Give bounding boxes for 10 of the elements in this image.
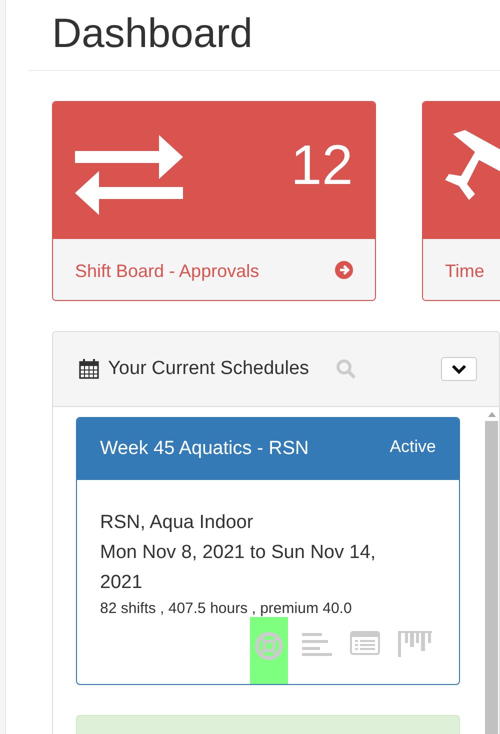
schedule-location: RSN, Aqua Indoor: [100, 511, 254, 535]
tile-link[interactable]: Shift Board - Approvals: [75, 260, 260, 282]
status-label: Active: [390, 437, 436, 457]
schedule-title: Week 45 Aquatics - RSN: [100, 438, 309, 460]
schedule-stats: 82 shifts , 407.5 hours , premium 40.0: [100, 600, 353, 617]
panel-title: Your Current Schedules: [108, 358, 310, 380]
page-title: Dashboard: [52, 9, 254, 58]
tile-link[interactable]: Time: [445, 260, 484, 282]
schedule-dates: Mon Nov 8, 2021 to Sun Nov 14, 2021: [100, 541, 377, 595]
tile-count: 12: [290, 132, 353, 197]
